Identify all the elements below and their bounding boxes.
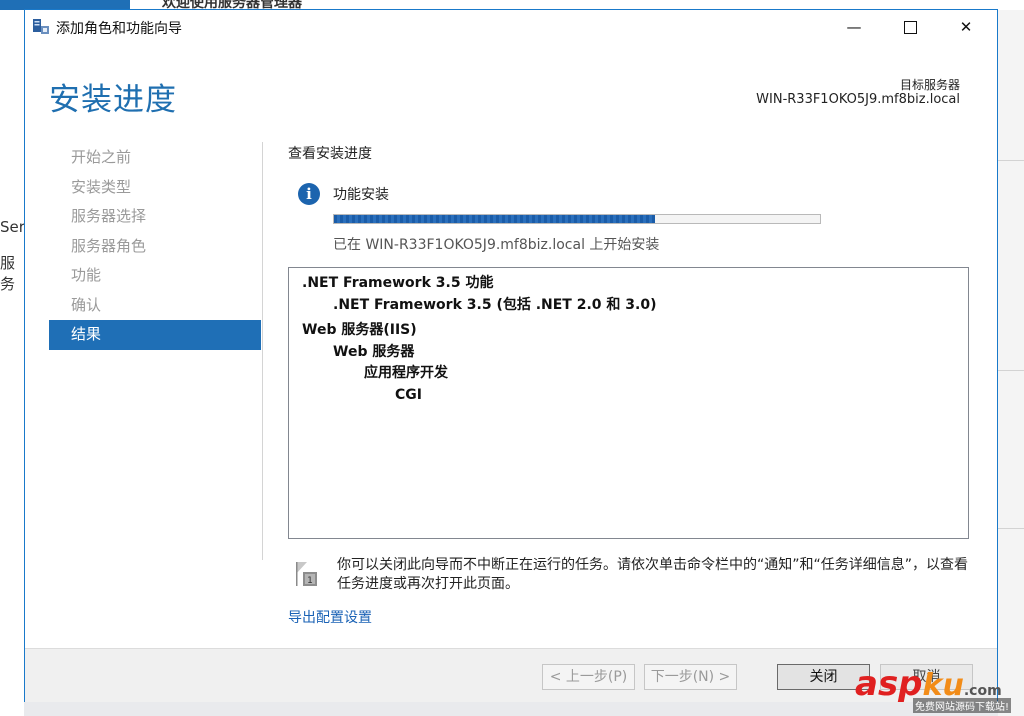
nav-divider [262,142,263,560]
result-item: Web 服务器 [333,343,415,360]
divider [998,160,1024,161]
background-right-pane [998,10,1024,716]
nav-item-installation-type: 安装类型 [71,177,132,196]
result-item: 应用程序开发 [364,365,448,381]
background-text-fragment: Ser [0,218,25,236]
notification-flag-icon: 1 [296,562,317,586]
window-title: 添加角色和功能向导 [56,21,182,37]
install-progress-bar [333,214,821,224]
result-item: CGI [395,386,422,403]
export-config-link[interactable]: 导出配置设置 [288,607,372,627]
title-bar[interactable]: 添加角色和功能向导 — ✕ [25,10,997,44]
target-server-label: 目标服务器 [899,78,960,92]
result-item: .NET Framework 3.5 (包括 .NET 2.0 和 3.0) [333,296,657,313]
results-list[interactable]: .NET Framework 3.5 功能 .NET Framework 3.5… [288,267,969,539]
minimize-icon: — [846,18,862,36]
maximize-icon [903,20,917,34]
close-icon: ✕ [959,18,973,36]
previous-button[interactable]: < 上一步(P) [542,664,635,690]
next-button[interactable]: 下一步(N) > [644,664,737,690]
divider [998,528,1024,529]
nav-item-server-selection: 服务器选择 [71,207,147,225]
minimize-button[interactable]: — [831,10,877,44]
maximize-button[interactable] [887,10,933,44]
server-manager-icon [33,19,49,34]
progress-fill [334,215,655,223]
background-left-pane: Ser 服务 [0,10,25,716]
svg-text:1: 1 [307,576,313,586]
nav-item-results[interactable]: 结果 [49,320,261,350]
nav-item-features: 功能 [71,266,102,284]
section-title: 查看安装进度 [288,146,372,162]
result-item: Web 服务器(IIS) [302,322,417,338]
watermark-com: .com [963,683,1002,699]
nav-item-before-you-begin: 开始之前 [71,148,132,166]
background-text-fragment: 服务 [0,254,16,293]
nav-item-confirmation: 确认 [71,295,102,314]
divider [998,370,1024,371]
nav-item-server-roles: 服务器角色 [71,236,147,255]
info-note-text: 你可以关闭此向导而不中断正在运行的任务。请依次单击命令栏中的“通知”和“任务详细… [337,557,969,592]
feature-install-label: 功能安装 [333,187,389,203]
wizard-window: 添加角色和功能向导 — ✕ 安装进度 目标服务器 WIN-R33F1OKO5J9… [24,9,998,702]
target-server-name: WIN-R33F1OKO5J9.mf8biz.local [756,92,960,107]
watermark-subtitle: 免费网站源码下载站! [913,698,1012,713]
result-item: .NET Framework 3.5 功能 [302,275,494,291]
page-title: 安装进度 [49,82,177,118]
progress-status-text: 已在 WIN-R33F1OKO5J9.mf8biz.local 上开始安装 [333,237,660,253]
wizard-nav: 开始之前 安装类型 服务器选择 服务器角色 功能 确认 结果 [49,143,261,350]
info-icon: i [298,183,320,205]
wizard-footer: < 上一步(P) 下一步(N) > 关闭 取消 [25,648,997,702]
close-window-button[interactable]: ✕ [943,10,989,44]
